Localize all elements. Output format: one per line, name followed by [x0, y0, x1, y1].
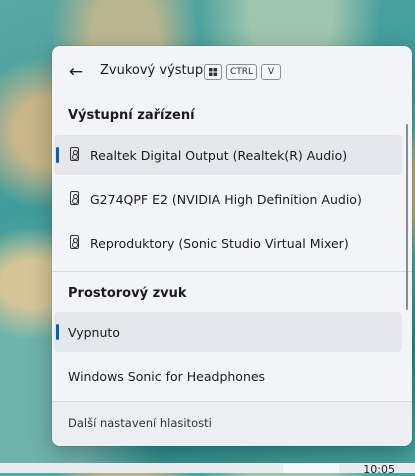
- scrollbar[interactable]: [406, 124, 408, 310]
- selected-indicator: [56, 147, 59, 163]
- speaker-device-icon: [70, 235, 79, 249]
- ctrl-key: CTRL: [226, 64, 258, 80]
- taskbar: 10:05: [0, 463, 415, 476]
- speaker-device-icon: [70, 191, 79, 205]
- device-label: Realtek Digital Output (Realtek(R) Audio…: [90, 147, 348, 163]
- flyout-header: ← Zvukový výstup CTRL V: [52, 46, 412, 98]
- sound-output-flyout: ← Zvukový výstup CTRL V Výstupní zařízen…: [52, 46, 412, 446]
- selected-indicator: [56, 324, 59, 340]
- device-label: G274QPF E2 (NVIDIA High Definition Audio…: [90, 191, 362, 207]
- more-volume-settings-link[interactable]: Další nastavení hlasitosti: [68, 416, 212, 430]
- device-label: Reproduktory (Sonic Studio Virtual Mixer…: [90, 235, 349, 251]
- section-divider: [52, 271, 412, 272]
- spatial-item-vypnuto[interactable]: Vypnuto: [54, 312, 402, 352]
- output-devices-heading: Výstupní zařízení: [68, 108, 195, 123]
- taskbar-button[interactable]: [283, 464, 339, 473]
- device-item-reproduktory[interactable]: Reproduktory (Sonic Studio Virtual Mixer…: [54, 223, 402, 263]
- flyout-title: Zvukový výstup: [100, 63, 204, 78]
- v-key: V: [261, 64, 282, 80]
- keyboard-shortcut-hint: CTRL V: [204, 64, 282, 80]
- flyout-footer: Další nastavení hlasitosti: [52, 401, 412, 446]
- speaker-device-icon: [70, 147, 79, 161]
- device-item-realtek-digital-output[interactable]: Realtek Digital Output (Realtek(R) Audio…: [54, 135, 402, 175]
- windows-key-icon: [204, 64, 222, 80]
- taskbar-clock[interactable]: 10:05: [363, 463, 395, 476]
- device-item-g274qpf[interactable]: G274QPF E2 (NVIDIA High Definition Audio…: [54, 179, 402, 219]
- spatial-label: Windows Sonic for Headphones: [68, 368, 266, 384]
- spatial-item-windows-sonic[interactable]: Windows Sonic for Headphones: [54, 356, 402, 396]
- back-arrow-icon[interactable]: ←: [66, 62, 86, 82]
- spatial-sound-heading: Prostorový zvuk: [68, 286, 187, 301]
- spatial-label: Vypnuto: [68, 324, 120, 340]
